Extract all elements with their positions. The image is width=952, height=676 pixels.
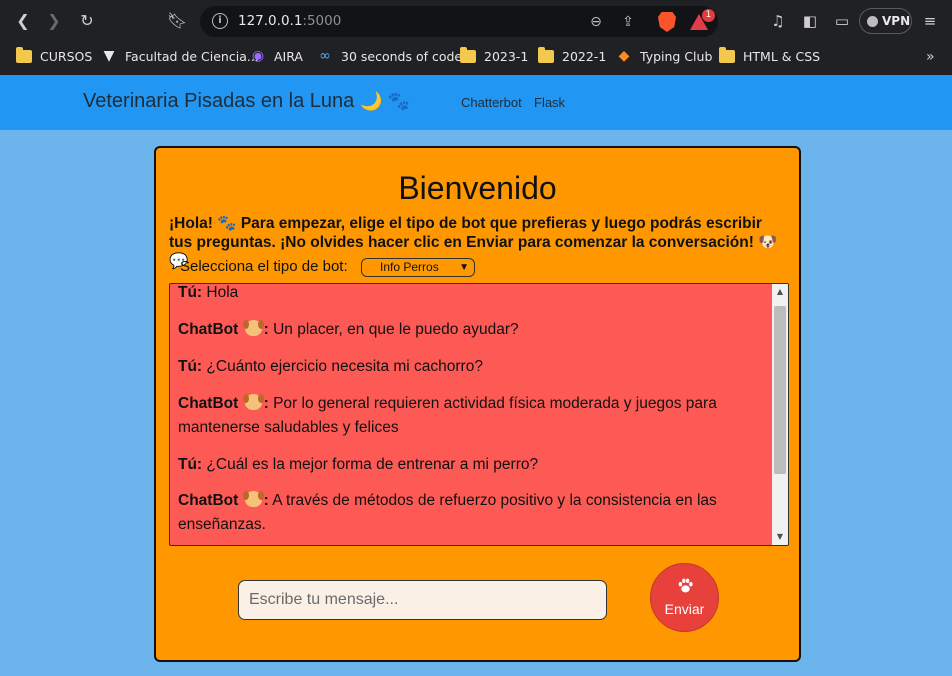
- scroll-thumb[interactable]: [774, 306, 786, 474]
- browser-chrome: ❮ ❯ ↻ 🔖︎ i 127.0.0.1:5000 ⊖ ⇪ 1 ♫ ◧ ▭ VP…: [0, 0, 952, 75]
- message-sender: Tú:: [178, 284, 203, 301]
- nav-link-flask[interactable]: Flask: [534, 95, 565, 110]
- browser-toolbar: ❮ ❯ ↻ 🔖︎ i 127.0.0.1:5000 ⊖ ⇪ 1 ♫ ◧ ▭ VP…: [0, 0, 952, 42]
- back-icon[interactable]: ❮: [12, 10, 34, 32]
- chat-card: Bienvenido ¡Hola! 🐾 Para empezar, elige …: [154, 146, 801, 662]
- dog-icon: [242, 320, 264, 336]
- code-icon: ∞: [319, 48, 331, 64]
- dog-icon: [242, 491, 264, 507]
- message-text: Un placer, en que le puedo ayudar?: [273, 321, 519, 338]
- bookmark-icon[interactable]: 🔖︎: [166, 10, 188, 32]
- bookmark-html-css[interactable]: HTML & CSS: [719, 47, 820, 67]
- bot-type-select[interactable]: Info Perros ▼: [361, 258, 475, 277]
- bookmark-2023-1[interactable]: 2023-1: [460, 47, 528, 67]
- bookmark-30-seconds[interactable]: ∞ 30 seconds of code: [317, 47, 462, 67]
- chat-scrollbar[interactable]: ▲ ▼: [772, 284, 788, 545]
- zoom-icon[interactable]: ⊖: [586, 12, 606, 32]
- chat-message: ChatBot : Por lo general requieren activ…: [178, 394, 717, 436]
- message-text: ¿Cuánto ejercicio necesita mi cachorro?: [206, 358, 483, 375]
- chat-log[interactable]: Tú: Hola ChatBot : Un placer, en que le …: [169, 283, 789, 546]
- bookmark-typing-club[interactable]: ◆ Typing Club: [616, 47, 713, 67]
- share-icon[interactable]: ⇪: [618, 12, 638, 32]
- scroll-down-icon[interactable]: ▼: [772, 529, 788, 545]
- chat-message: ChatBot : Un placer, en que le puedo ayu…: [178, 320, 519, 338]
- site-brand[interactable]: Veterinaria Pisadas en la Luna 🌙 🐾: [83, 90, 410, 113]
- forward-icon[interactable]: ❯: [43, 10, 65, 32]
- folder-icon: [460, 47, 476, 63]
- folder-icon: [538, 47, 554, 63]
- message-sender: ChatBot: [178, 492, 239, 509]
- message-text: ¿Cuál es la mejor forma de entrenar a mi…: [206, 456, 539, 473]
- bookmark-aira[interactable]: ◉ AIRA: [250, 47, 303, 67]
- bookmark-2022-1[interactable]: 2022-1: [538, 47, 606, 67]
- chat-message: Tú: ¿Cuál es la mejor forma de entrenar …: [178, 453, 763, 477]
- site-info-icon[interactable]: i: [212, 13, 228, 29]
- faculty-logo-icon: ▼: [103, 48, 115, 64]
- wallet-icon[interactable]: ▭: [832, 11, 852, 31]
- chevron-down-icon: ▼: [459, 262, 469, 273]
- dog-icon: [242, 394, 264, 410]
- media-icon[interactable]: ♫: [768, 11, 788, 31]
- bookmarks-overflow-icon[interactable]: »: [926, 49, 935, 65]
- chat-message: ChatBot : A través de métodos de refuerz…: [178, 491, 717, 533]
- bookmark-facultad[interactable]: ▼ Facultad de Ciencia...: [101, 47, 259, 67]
- menu-icon[interactable]: ≡: [920, 11, 940, 31]
- paw-icon: [678, 578, 693, 593]
- reload-icon[interactable]: ↻: [76, 10, 98, 32]
- address-bar[interactable]: i 127.0.0.1:5000 ⊖ ⇪ 1: [200, 6, 718, 37]
- message-input[interactable]: Escribe tu mensaje...: [238, 580, 607, 620]
- message-sender: Tú:: [178, 358, 203, 375]
- nav-link-chatterbot[interactable]: Chatterbot: [461, 95, 522, 110]
- chat-message: Tú: Hola: [178, 284, 763, 305]
- chat-message: Tú: ¿Cuánto ejercicio necesita mi cachor…: [178, 355, 763, 379]
- typing-club-icon: ◆: [618, 48, 630, 64]
- folder-icon: [719, 47, 735, 63]
- folder-icon: [16, 47, 32, 63]
- message-sender: ChatBot: [178, 321, 239, 338]
- rewards-badge: 1: [702, 9, 715, 22]
- vpn-button[interactable]: VPN: [859, 8, 912, 34]
- vpn-status-icon: [867, 16, 878, 27]
- message-sender: Tú:: [178, 456, 203, 473]
- sidebar-icon[interactable]: ◧: [800, 11, 820, 31]
- bot-type-label: Selecciona el tipo de bot:: [180, 258, 348, 275]
- send-label: Enviar: [664, 601, 705, 617]
- url-text[interactable]: 127.0.0.1:5000: [238, 13, 341, 29]
- send-button[interactable]: Enviar: [650, 563, 719, 632]
- brave-shields-icon[interactable]: [658, 12, 676, 32]
- scroll-up-icon[interactable]: ▲: [772, 284, 788, 300]
- bookmarks-bar: CURSOS ▼ Facultad de Ciencia... ◉ AIRA ∞ 30…: [0, 42, 952, 72]
- site-navbar: Veterinaria Pisadas en la Luna 🌙 🐾 Chatte…: [0, 75, 952, 130]
- message-text: Hola: [206, 284, 239, 301]
- page-title: Bienvenido: [398, 170, 557, 206]
- moon-paw-icon: 🌙 🐾: [360, 91, 411, 111]
- message-sender: ChatBot: [178, 395, 239, 412]
- aira-icon: ◉: [251, 48, 265, 64]
- bookmark-cursos[interactable]: CURSOS: [16, 47, 92, 67]
